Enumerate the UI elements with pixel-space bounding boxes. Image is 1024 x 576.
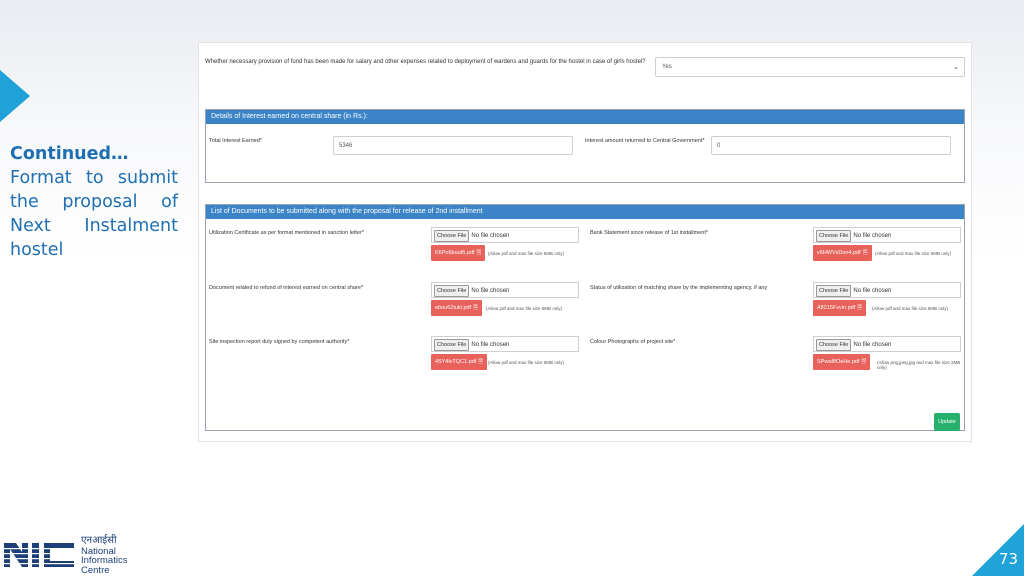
file-status: No file chosen [853,233,892,239]
documents-section: List of Documents to be submitted along … [205,204,965,431]
choose-file-button[interactable]: Choose File [816,285,852,297]
total-interest-input[interactable]: 5346 [333,136,573,155]
uploaded-file-name: K6Po6buuf6.pdf [435,250,475,256]
documents-section-title: List of Documents to be submitted along … [206,205,964,219]
interest-returned-label: Interest amount returned to Central Gove… [585,138,705,144]
doc-label: Utilization Certificate as per format me… [209,230,364,236]
uploaded-file-link[interactable]: SPwa8fOeHe.pdf 🗎 [813,354,871,370]
slide-line: Next Instalment [10,216,178,236]
uploaded-file-link[interactable]: A8215Fvvin.pdf 🗎 [813,300,867,316]
file-status: No file chosen [853,288,892,294]
total-interest-label: Total Interest Earned* [209,138,262,144]
choose-file-button[interactable]: Choose File [434,339,470,351]
slide-caption: Continued… Format to submit the proposal… [10,142,178,262]
choose-file-button[interactable]: Choose File [434,230,470,242]
file-status: No file chosen [471,342,510,348]
uploaded-file-link[interactable]: v6HWVsDon4.pdf 🗎 [813,245,872,261]
update-button[interactable]: Update [934,413,960,431]
question-select-value: Yes [662,64,672,70]
nic-logo-hindi: एनआईसी [81,535,117,546]
file-input[interactable]: Choose File No file chosen [431,227,579,243]
slide-heading: Continued… [10,144,129,164]
pdf-icon: 🗎 [862,250,868,256]
upload-hint: (Allow pdf and max file size 5MB only) [872,306,949,311]
doc-label: Bank Statement since release of 1st inst… [590,230,709,236]
file-status: No file chosen [471,288,510,294]
uploaded-file-name: A8215Fvvin.pdf [817,305,856,311]
uploaded-file-name: v6HWVsDon4.pdf [817,250,861,256]
file-status: No file chosen [853,342,892,348]
slide-line: Format to submit [10,168,178,188]
doc-label: Site inspection report duly signed by co… [209,339,350,345]
question-label: Whether necessary provision of fund has … [205,59,646,65]
interest-returned-input[interactable]: 0 [711,136,951,155]
pdf-icon: 🗎 [861,359,867,365]
doc-label: Colour Photographs of project site* [590,339,676,345]
interest-section-title: Details of Interest earned on central sh… [206,110,964,124]
file-input[interactable]: Choose File No file chosen [813,336,961,352]
decorative-triangle-left [0,70,30,122]
slide-line: the proposal of [10,192,178,212]
uploaded-file-name: ebou62tuki.pdf [435,305,472,311]
file-input[interactable]: Choose File No file chosen [431,336,579,352]
choose-file-button[interactable]: Choose File [434,285,470,297]
file-input[interactable]: Choose File No file chosen [813,227,961,243]
file-input[interactable]: Choose File No file chosen [431,282,579,298]
choose-file-button[interactable]: Choose File [816,230,852,242]
nic-logo: एनआईसी National Informatics Centre [4,536,134,575]
file-status: No file chosen [471,233,510,239]
pdf-icon: 🗎 [857,305,863,311]
page-number: 73 [998,550,1018,568]
uploaded-file-name: SPwa8fOeHe.pdf [817,359,860,365]
form-screenshot: Whether necessary provision of fund has … [198,42,972,442]
upload-hint: (Allow pdf and max file size 5MB only) [488,360,565,365]
uploaded-file-name: 4SY4lvTQC1.pdf [435,359,477,365]
pdf-icon: 🗎 [473,305,478,311]
nic-logo-line: Centre [81,564,110,576]
pdf-icon: 🗎 [478,359,484,365]
choose-file-button[interactable]: Choose File [816,339,852,351]
upload-hint: (Allow pdf and max file size 5MB only) [488,251,565,256]
upload-hint: (Allow pdf and max file size 5MB only) [486,306,563,311]
uploaded-file-link[interactable]: ebou62tuki.pdf 🗎 [431,300,482,316]
pdf-icon: 🗎 [476,250,482,256]
nic-logo-text: एनआईसी National Informatics Centre [81,536,127,575]
file-input[interactable]: Choose File No file chosen [813,282,961,298]
slide-line: hostel [10,240,64,260]
doc-label: Document related to refund of interest e… [209,285,364,291]
chevron-down-icon: ⌄ [953,64,959,71]
interest-section: Details of Interest earned on central sh… [205,109,965,183]
question-select[interactable]: Yes ⌄ [655,57,965,77]
doc-label: Status of utilization of matching share … [590,285,768,291]
upload-hint: (Allow png,jpeg,jpg and max file size 2M… [877,360,961,370]
upload-hint: (Allow pdf and max file size 5MB only) [875,251,952,256]
uploaded-file-link[interactable]: 4SY4lvTQC1.pdf 🗎 [431,354,488,370]
uploaded-file-link[interactable]: K6Po6buuf6.pdf 🗎 [431,245,486,261]
total-interest-value: 5346 [339,143,353,149]
interest-returned-value: 0 [717,143,721,149]
nic-logo-mark-icon [4,543,76,567]
